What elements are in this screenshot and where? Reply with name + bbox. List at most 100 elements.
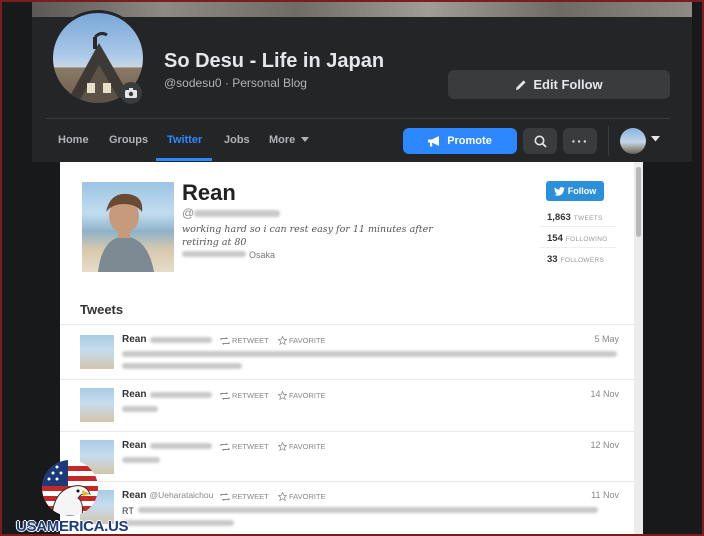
favorite-button[interactable]: FAVORITE [278,442,326,451]
twitter-bird-icon [553,186,565,196]
camera-icon[interactable] [120,82,142,104]
tweet-author[interactable]: Rean [122,389,146,400]
redacted-handle [150,443,212,449]
retweet-button[interactable]: RETWEET [220,391,269,400]
twitter-handle-prefix: @ [182,206,195,220]
redacted-tweet-text [122,520,234,526]
divider [540,226,616,227]
stat-following[interactable]: 154 FOLLOWING [547,233,608,244]
watermark-eagle-logo [42,460,98,516]
retweet-icon [220,442,230,451]
active-tab-indicator [156,158,212,161]
more-options-button[interactable]: ··· [563,128,597,154]
favorite-label: FAVORITE [289,442,326,451]
retweet-label: RETWEET [232,442,269,451]
tweet-avatar[interactable] [80,388,114,422]
tweet-author-name: Rean [122,490,147,501]
favorite-label: FAVORITE [289,336,326,345]
retweet-icon [220,391,230,400]
tweet-item[interactable]: Rean RETWEET FAVORITE 5 May [60,324,643,379]
tweet-date[interactable]: 14 Nov [590,389,619,399]
page-title: So Desu - Life in Japan [164,50,385,72]
twitter-profile-photo [82,182,174,272]
redacted-tweet-text [122,351,617,357]
twitter-tab-panel: Rean @ working hard so i can rest easy f… [60,162,643,534]
tweet-item[interactable]: Rean RETWEET FAVORITE 14 Nov [60,379,643,431]
page-switcher-avatar[interactable] [620,128,646,154]
favorite-button[interactable]: FAVORITE [278,336,326,345]
edit-follow-button[interactable]: Edit Follow [448,70,670,99]
star-icon [278,336,287,345]
redacted-location [182,251,246,257]
retweet-button[interactable]: RETWEET [220,442,269,451]
stat-tweets[interactable]: 1,863 TWEETS [547,212,603,223]
redacted-handle [150,337,212,343]
twitter-bio: working hard so i can rest easy for 11 m… [182,224,433,248]
caret-down-icon [301,137,310,142]
tweet-date[interactable]: 11 Nov [591,490,619,500]
stat-label: FOLLOWING [565,236,608,243]
tab-jobs[interactable]: Jobs [224,134,250,146]
tab-more[interactable]: More [269,134,310,146]
stat-label: FOLLOWERS [560,257,605,264]
tweet-author[interactable]: Rean @Ueharataichou [122,490,213,501]
redacted-tweet-text [138,507,598,513]
retweet-label: RETWEET [232,336,269,345]
retweet-icon [220,492,230,501]
tweet-author-handle: @Ueharataichou [149,490,214,500]
divider [540,247,616,248]
tweet-author[interactable]: Rean [122,440,146,451]
megaphone-icon [428,135,440,146]
tweet-item[interactable]: Rean RETWEET FAVORITE 12 Nov [60,431,643,481]
stat-label: TWEETS [573,215,603,222]
caret-down-icon[interactable] [651,136,660,142]
page-handle: @sodesu0 [164,76,222,90]
pencil-icon [516,79,526,90]
retweet-button[interactable]: RETWEET [220,492,269,501]
tab-groups[interactable]: Groups [109,134,148,146]
stat-followers[interactable]: 33 FOLLOWERS [547,254,604,265]
stat-value: 1,863 [547,212,571,223]
scrollbar-thumb[interactable] [636,167,641,237]
tweet-item[interactable]: Rean @Ueharataichou RETWEET FAVORITE 11 N… [60,481,643,534]
favorite-button[interactable]: FAVORITE [278,492,326,501]
retweet-button[interactable]: RETWEET [220,336,269,345]
star-icon [278,442,287,451]
star-icon [278,492,287,501]
stat-value: 33 [547,254,558,265]
tweet-avatar[interactable] [80,335,114,369]
tweets-heading: Tweets [80,302,124,317]
retweet-label: RETWEET [232,391,269,400]
favorite-label: FAVORITE [289,492,326,501]
twitter-follow-label: Follow [567,186,597,196]
star-icon [278,391,287,400]
tab-twitter[interactable]: Twitter [167,134,202,146]
favorite-label: FAVORITE [289,391,326,400]
page-subtitle: @sodesu0 · Personal Blog [164,76,307,90]
page-category: Personal Blog [232,76,307,90]
watermark-text: USAMERICA.US [16,518,129,535]
edit-follow-label: Edit Follow [533,77,603,92]
favorite-button[interactable]: FAVORITE [278,391,326,400]
tweet-text: RT [122,506,134,516]
screenshot-frame: So Desu - Life in Japan @sodesu0 · Perso… [0,0,704,536]
twitter-follow-button[interactable]: Follow [546,181,604,201]
promote-label: Promote [447,135,492,147]
tweet-date[interactable]: 12 Nov [590,440,619,450]
promote-button[interactable]: Promote [403,128,517,154]
twitter-display-name: Rean [182,180,236,205]
tweet-author[interactable]: Rean [122,334,146,345]
tab-more-label: More [269,134,296,146]
nav-divider [46,118,670,119]
retweet-label: RETWEET [232,492,269,501]
redacted-tweet-text [122,363,242,369]
redacted-tweet-text [122,406,158,412]
search-button[interactable] [523,128,557,154]
retweet-icon [220,336,230,345]
tab-home[interactable]: Home [58,134,89,146]
tweet-date[interactable]: 5 May [594,334,619,344]
separator: · [224,76,229,90]
redacted-handle [194,210,280,217]
stat-value: 154 [547,233,563,244]
search-icon [534,135,547,148]
